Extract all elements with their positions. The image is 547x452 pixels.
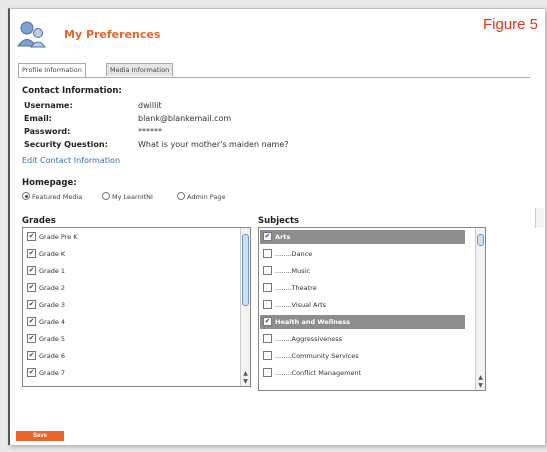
grade-label: Grade 7 [39,369,66,377]
checkbox-unchecked-icon[interactable] [263,350,272,360]
checkbox-unchecked-icon[interactable] [263,299,272,309]
subject-list-item[interactable]: ........Dance [263,248,312,260]
password-value: ****** [138,127,162,136]
subject-category-label: Arts [275,233,291,241]
radio-label: Featured Media [32,193,83,201]
checkbox-checked-icon[interactable]: ✔ [27,316,36,326]
checkbox-unchecked-icon[interactable] [263,367,272,377]
checkbox-unchecked-icon[interactable] [263,248,272,258]
checkbox-unchecked-icon[interactable] [263,333,272,343]
grades-scrollbar[interactable]: ▲ ▼ [240,228,250,386]
radio-admin-page[interactable]: Admin Page [177,192,226,201]
scroll-up-arrow-icon[interactable]: ▲ [241,370,250,378]
email-value: blank@blankemail.com [138,114,232,123]
edit-contact-link[interactable]: Edit Contact Information [22,156,120,165]
grade-label: Grade 3 [39,301,66,309]
checkbox-checked-icon[interactable]: ✔ [27,248,36,258]
grade-list-item[interactable]: ✔ Grade 1 [27,265,65,277]
grade-label: Grade Pre K [39,233,78,241]
grade-label: Grade 2 [39,284,66,292]
subjects-heading: Subjects [258,216,300,226]
radio-my-learnitni[interactable]: My LearnItNI [102,192,153,201]
homepage-heading: Homepage: [22,178,77,188]
email-label: Email: [24,114,52,123]
security-question-value: What is your mother's maiden name? [138,140,289,149]
grade-label: Grade 1 [39,267,66,275]
grades-scroll-thumb[interactable] [242,234,249,306]
checkbox-checked-icon[interactable]: ✔ [27,282,36,292]
grade-list-item[interactable]: ✔ Grade 4 [27,316,65,328]
checkbox-checked-icon[interactable]: ✔ [27,231,36,241]
scroll-down-arrow-icon[interactable]: ▼ [476,382,485,390]
grade-list-item[interactable]: ✔ Grade 7 [27,367,65,379]
grade-list-item[interactable]: ✔ Grade K [27,248,65,260]
subject-label: ........Conflict Management [275,369,362,377]
subjects-listbox[interactable]: ✔ Arts ........Dance ........Music ........T… [258,227,486,391]
checkbox-checked-icon[interactable]: ✔ [27,350,36,360]
subject-list-item[interactable]: ........Theatre [263,282,317,294]
page-title: My Preferences [64,28,161,41]
username-value: dwillit [138,101,162,110]
radio-label: My LearnItNI [112,193,153,201]
grades-listbox[interactable]: ✔ Grade Pre K ✔ Grade K ✔ Grade 1 ✔ Grade 2 ✔ Gra… [22,227,251,387]
username-label: Username: [24,101,73,110]
tab-profile-information[interactable]: Profile Information [18,63,86,77]
subject-category-label: Health and Wellness [275,318,350,326]
grade-list-item[interactable]: ✔ Grade 6 [27,350,65,362]
figure-label: Figure 5 [483,16,539,33]
radio-label: Admin Page [187,193,226,201]
partial-panel-edge [535,208,544,228]
grade-label: Grade K [39,250,66,258]
grades-heading: Grades [22,216,56,226]
subjects-scrollbar[interactable]: ▲ ▼ [475,228,485,390]
subject-label: ........Community Services [275,352,359,360]
radio-unchecked-icon [102,192,110,200]
tab-media-information[interactable]: Media Information [106,63,174,76]
subject-label: ........Theatre [275,284,317,292]
contact-heading: Contact Information: [22,86,122,96]
subject-label: ........Music [275,267,311,275]
subject-label: ........Aggressiveness [275,335,343,343]
radio-checked-icon [22,192,30,200]
users-icon [17,21,46,48]
subject-list-item[interactable]: ........Music [263,265,310,277]
grade-list-item[interactable]: ✔ Grade 2 [27,282,65,294]
grade-label: Grade 5 [39,335,66,343]
subject-category-row[interactable]: ✔ Health and Wellness [260,315,465,329]
tab-divider [18,77,530,78]
subject-list-item[interactable]: ........Conflict Management [263,367,361,379]
subject-category-row[interactable]: ✔ Arts [260,230,465,244]
checkbox-checked-icon[interactable]: ✔ [27,299,36,309]
grade-label: Grade 6 [39,352,66,360]
subject-label: ........Visual Arts [275,301,327,309]
grade-label: Grade 4 [39,318,66,326]
radio-featured-media[interactable]: Featured Media [22,192,83,201]
password-label: Password: [24,127,71,136]
checkbox-checked-icon[interactable]: ✔ [263,231,272,241]
scroll-up-arrow-icon[interactable]: ▲ [476,374,485,382]
grade-list-item[interactable]: ✔ Grade 5 [27,333,65,345]
subjects-scroll-thumb[interactable] [477,234,484,246]
checkbox-checked-icon[interactable]: ✔ [263,316,272,326]
checkbox-checked-icon[interactable]: ✔ [27,333,36,343]
subject-list-item[interactable]: ........Aggressiveness [263,333,342,345]
subject-label: ........Dance [275,250,313,258]
grade-list-item[interactable]: ✔ Grade 3 [27,299,65,311]
security-question-label: Security Question: [24,140,108,149]
subject-category-item: ✔ Arts [263,230,290,244]
scroll-down-arrow-icon[interactable]: ▼ [241,378,250,386]
save-button[interactable]: Save [16,431,64,441]
grade-list-item[interactable]: ✔ Grade Pre K [27,231,78,243]
checkbox-checked-icon[interactable]: ✔ [27,367,36,377]
subject-category-item: ✔ Health and Wellness [263,315,350,329]
subject-list-item[interactable]: ........Visual Arts [263,299,326,311]
checkbox-checked-icon[interactable]: ✔ [27,265,36,275]
subject-list-item[interactable]: ........Community Services [263,350,359,362]
checkbox-unchecked-icon[interactable] [263,282,272,292]
checkbox-unchecked-icon[interactable] [263,265,272,275]
radio-unchecked-icon [177,192,185,200]
